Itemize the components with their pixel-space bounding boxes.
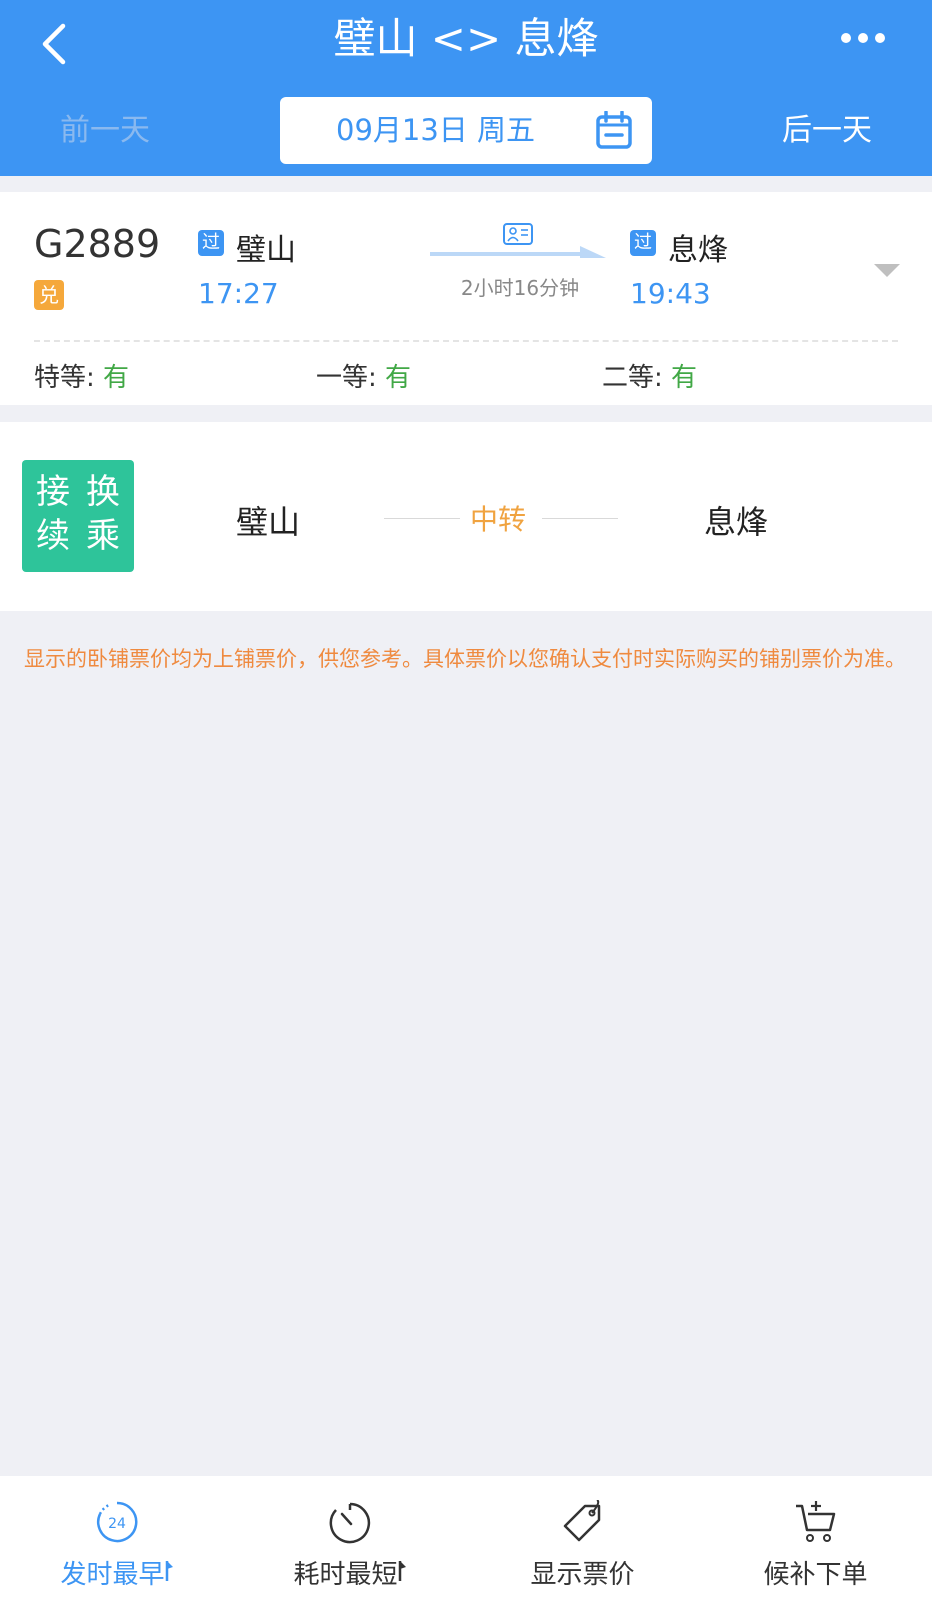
seat-availability: 有 <box>103 363 130 393</box>
transfer-item[interactable]: 接 换 续 乘 璧山 中转 息烽 <box>0 422 932 611</box>
stopwatch-icon <box>329 1502 370 1544</box>
more-dots-icon <box>841 33 885 43</box>
divider <box>34 340 898 342</box>
price-tag-icon <box>563 1500 600 1542</box>
depart-time: 17:27 <box>198 277 279 310</box>
train-number: G2889 <box>34 222 161 266</box>
sort-indicator-icon <box>398 1561 406 1581</box>
top-bar: 璧山 <> 息烽 前一天 09月13日 周五 后一天 <box>0 0 932 176</box>
transfer-to-station: 息烽 <box>704 503 769 541</box>
more-button[interactable] <box>828 20 898 56</box>
from-station: 璧山 <box>236 233 296 268</box>
page-title: 璧山 <> 息烽 <box>333 14 599 63</box>
arrive-time: 19:43 <box>630 277 711 310</box>
tab-waitlist-order[interactable]: 候补下单 <box>699 1476 932 1600</box>
svg-text:24: 24 <box>108 1516 126 1532</box>
seat-availability: 有 <box>671 363 698 393</box>
back-arrow-icon <box>42 23 66 65</box>
exchange-badge: 兑 <box>34 280 64 310</box>
seat-first-class: 一等: 有 <box>316 363 412 393</box>
transfer-from-station: 璧山 <box>236 503 301 541</box>
chevron-down-icon[interactable] <box>874 264 900 278</box>
date-text: 09月13日 周五 <box>336 113 536 147</box>
price-notice: 显示的卧铺票价均为上铺票价，供您参考。具体票价以您确认支付时实际购买的铺别票价为… <box>24 647 906 671</box>
train-item[interactable]: G2889 兑 过 璧山 17:27 2小时16分钟 过 息烽 19:43 特等… <box>0 192 932 405</box>
prev-day-button[interactable]: 前一天 <box>40 106 170 156</box>
tab-shortest-duration[interactable]: 耗时最短 <box>233 1476 466 1600</box>
next-day-button[interactable]: 后一天 <box>762 106 892 156</box>
trip-duration: 2小时16分钟 <box>460 276 580 300</box>
to-pass-tag: 过 <box>630 230 656 256</box>
clock-24-icon: 24 <box>96 1501 137 1543</box>
seat-second-class: 二等: 有 <box>602 363 698 393</box>
tab-label: 显示票价 <box>530 1560 635 1590</box>
back-button[interactable] <box>24 14 84 74</box>
date-picker[interactable]: 09月13日 周五 <box>280 97 652 164</box>
tab-show-price[interactable]: 显示票价 <box>466 1476 699 1600</box>
sort-indicator-icon <box>165 1561 173 1581</box>
seat-business: 特等: 有 <box>34 363 130 393</box>
transfer-label: 中转 <box>470 503 527 536</box>
bottom-tabbar: 24 发时最早 耗时最短 显示票价 候补下单 <box>0 1476 932 1600</box>
divider <box>542 518 618 519</box>
tab-label: 耗时最短 <box>233 1554 466 1591</box>
tab-label: 候补下单 <box>763 1560 868 1590</box>
seat-availability: 有 <box>385 363 412 393</box>
cart-add-icon <box>795 1501 835 1542</box>
transfer-badge: 接 换 续 乘 <box>22 460 134 572</box>
id-card-arrow-icon <box>430 223 606 258</box>
calendar-icon <box>596 111 632 149</box>
divider <box>384 518 460 519</box>
to-station: 息烽 <box>668 233 728 268</box>
from-pass-tag: 过 <box>198 230 224 256</box>
tab-earliest-departure[interactable]: 24 发时最早 <box>0 1476 233 1600</box>
tab-label: 发时最早 <box>0 1554 233 1591</box>
